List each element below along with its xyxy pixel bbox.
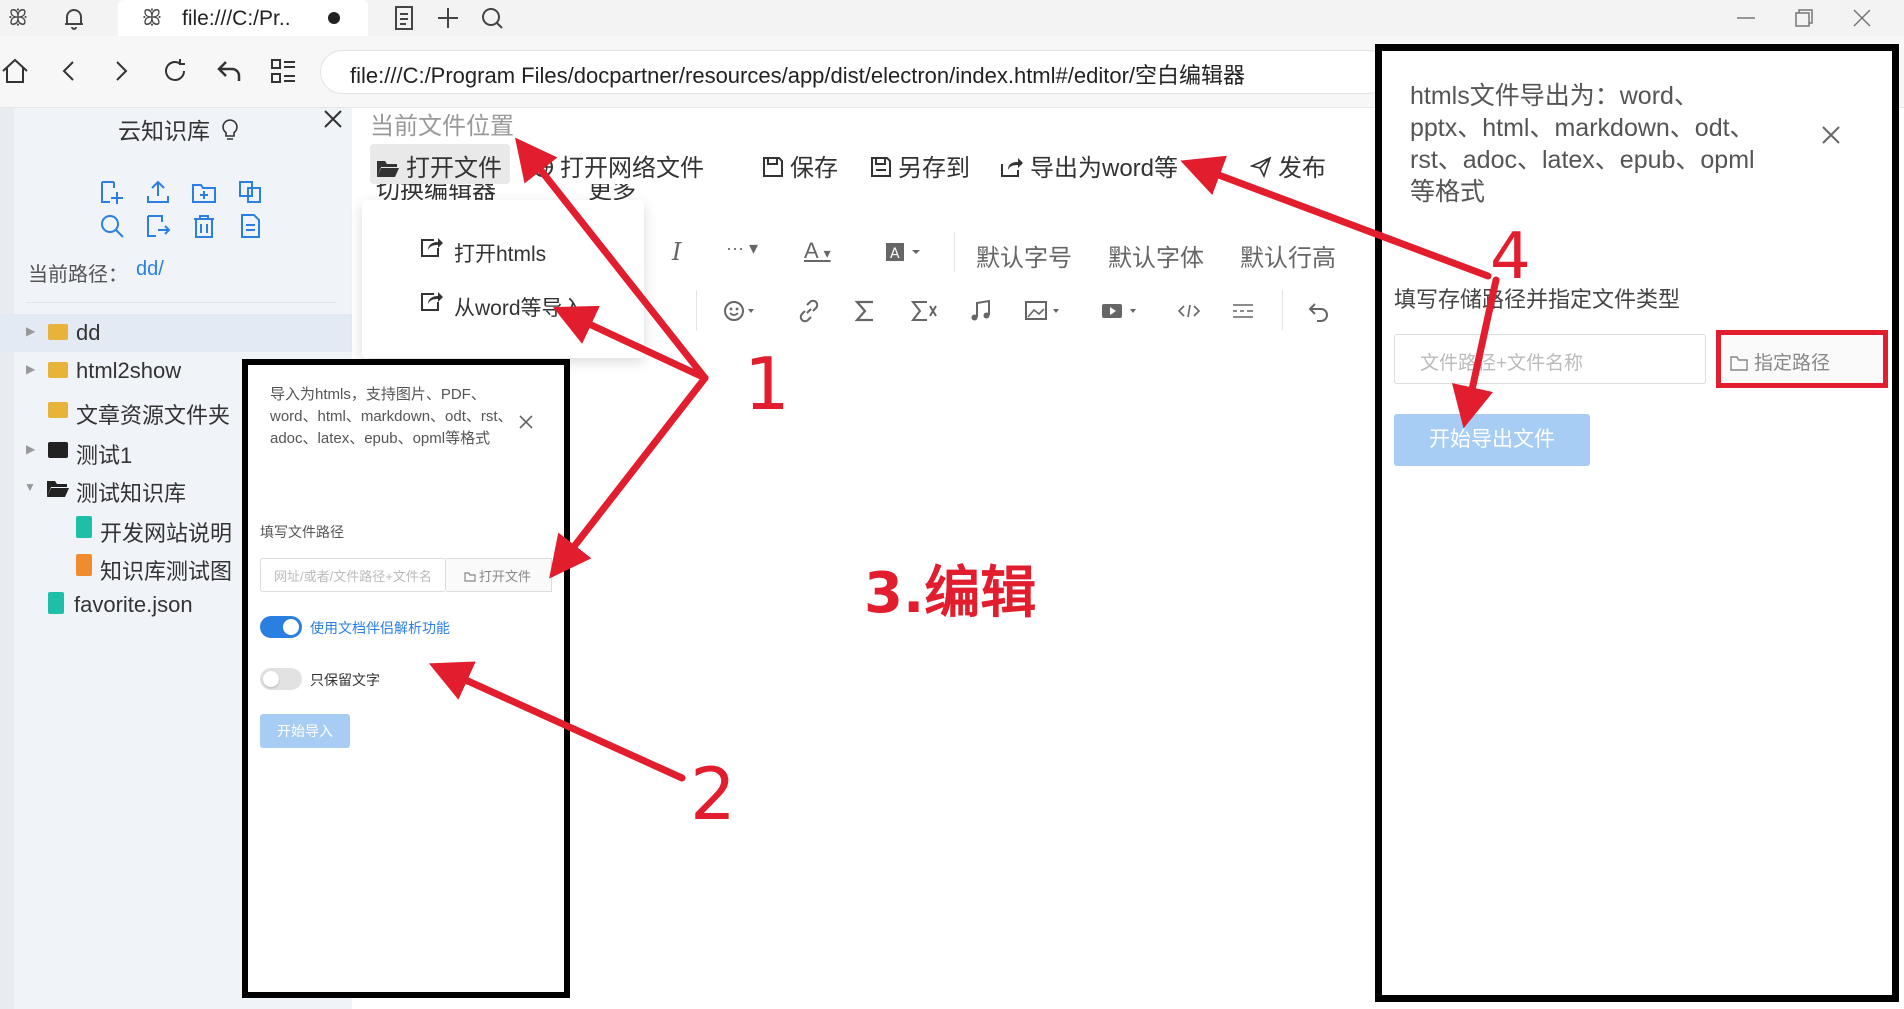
annotation-arrows (428, 137, 1500, 782)
arrow-to-start-export (1451, 276, 1500, 429)
annotation-step-1: 1 (744, 342, 790, 426)
arrow-to-import-word (552, 305, 709, 382)
annotation-step-3: 3.编辑 (864, 561, 1037, 626)
arrow-to-open-file (514, 137, 709, 382)
arrow-to-export-word (1180, 155, 1492, 280)
arrow-to-open-file-button (549, 374, 709, 579)
annotation-step-2: 2 (690, 752, 736, 836)
annotation-step-4: 4 (1490, 220, 1531, 294)
arrow-to-toggles (428, 661, 686, 782)
